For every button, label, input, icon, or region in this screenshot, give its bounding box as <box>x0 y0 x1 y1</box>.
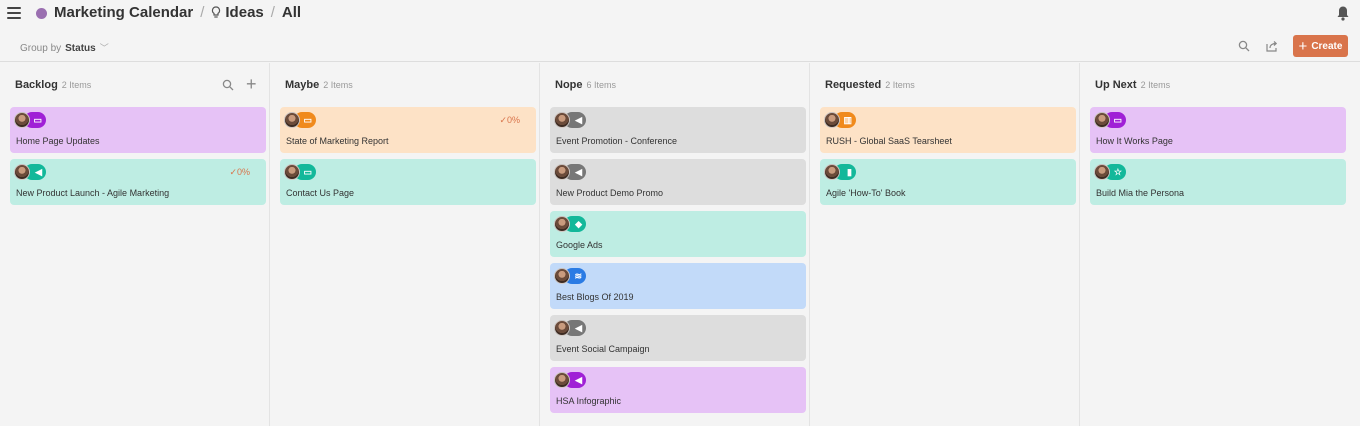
card-title: How It Works Page <box>1096 136 1173 146</box>
card[interactable]: ◀ Event Social Campaign <box>550 315 806 361</box>
avatar <box>554 216 570 232</box>
card[interactable]: ▭ State of Marketing Report ✓0% <box>280 107 536 153</box>
group-by-control[interactable]: Group by Status ﹀ <box>20 41 109 54</box>
card[interactable]: ▭ Home Page Updates <box>10 107 266 153</box>
column-header: Backlog 2 Items <box>15 79 91 91</box>
card-title: State of Marketing Report <box>286 136 389 146</box>
create-button[interactable]: + Create <box>1293 35 1348 57</box>
group-by-value: Status <box>65 43 96 54</box>
search-icon[interactable] <box>1238 40 1250 55</box>
add-item-icon[interactable]: + <box>246 75 257 93</box>
card[interactable]: ◀ New Product Launch - Agile Marketing ✓0% <box>10 159 266 205</box>
avatar <box>554 372 570 388</box>
breadcrumb-all[interactable]: All <box>282 4 301 21</box>
toolbar: Group by Status ﹀ + Create <box>0 32 1360 62</box>
avatar <box>1094 112 1110 128</box>
column-title: Backlog <box>15 79 58 91</box>
group-by-label: Group by <box>20 43 62 54</box>
avatar <box>1094 164 1110 180</box>
lightbulb-icon <box>211 6 221 19</box>
avatar <box>554 268 570 284</box>
column-count: 2 Items <box>1140 80 1171 90</box>
card-title: RUSH - Global SaaS Tearsheet <box>826 136 952 146</box>
card[interactable]: ≋ Best Blogs Of 2019 <box>550 263 806 309</box>
breadcrumb-separator: / <box>200 4 205 21</box>
card-title: Agile 'How-To' Book <box>826 188 906 198</box>
breadcrumb-ideas[interactable]: Ideas <box>225 4 263 21</box>
card-title: Google Ads <box>556 240 603 250</box>
card[interactable]: ▥ RUSH - Global SaaS Tearsheet <box>820 107 1076 153</box>
card[interactable]: ▮ Agile 'How-To' Book <box>820 159 1076 205</box>
avatar <box>554 164 570 180</box>
avatar <box>14 112 30 128</box>
column-count: 2 Items <box>323 80 353 90</box>
column-count: 2 Items <box>61 80 92 90</box>
breadcrumb: Marketing Calendar / Ideas / All <box>54 4 301 21</box>
column-requested: Requested 2 Items ▥ RUSH - Global SaaS Tear… <box>810 63 1080 426</box>
column-title: Nope <box>555 79 583 91</box>
column-count: 2 Items <box>885 80 915 90</box>
card[interactable]: ◀ Event Promotion - Conference <box>550 107 806 153</box>
card-title: Best Blogs Of 2019 <box>556 292 634 302</box>
card-title: Build Mia the Persona <box>1096 188 1185 198</box>
column-up-next: Up Next 2 Items ▭ How It Works Page ☆ Build M… <box>1080 63 1350 426</box>
card-title: New Product Launch - Agile Marketing <box>16 188 170 198</box>
avatar <box>554 320 570 336</box>
column-maybe: Maybe 2 Items ▭ State of Marketing Report ✓0… <box>270 63 540 426</box>
card-title: Event Social Campaign <box>556 344 650 354</box>
card[interactable]: ☆ Build Mia the Persona <box>1090 159 1346 205</box>
column-header: Up Next 2 Items <box>1095 79 1170 91</box>
create-label: Create <box>1311 40 1343 52</box>
column-header: Nope 6 Items <box>555 79 616 91</box>
card-title: Contact Us Page <box>286 188 355 198</box>
menu-icon[interactable] <box>7 7 21 19</box>
card-title: New Product Demo Promo <box>556 188 664 198</box>
card[interactable]: ◀ HSA Infographic <box>550 367 806 413</box>
column-title: Maybe <box>285 79 320 91</box>
column-header: Maybe 2 Items <box>285 79 353 91</box>
avatar <box>824 112 840 128</box>
column-title: Up Next <box>1095 79 1137 91</box>
avatar <box>554 112 570 128</box>
avatar <box>284 164 300 180</box>
card-title: Event Promotion - Conference <box>556 136 678 146</box>
card-title: Home Page Updates <box>16 136 100 146</box>
card[interactable]: ▭ How It Works Page <box>1090 107 1346 153</box>
card[interactable]: ◀ New Product Demo Promo <box>550 159 806 205</box>
search-icon[interactable] <box>222 79 234 94</box>
avatar <box>14 164 30 180</box>
column-count: 6 Items <box>586 80 617 90</box>
column-nope: Nope 6 Items ◀ Event Promotion - Conference… <box>540 63 810 426</box>
calendar-color-dot <box>36 8 47 19</box>
kanban-board: Backlog 2 Items + ▭ Home Page Updates ◀ New Pr… <box>0 63 1360 426</box>
share-icon[interactable] <box>1266 40 1278 55</box>
card[interactable]: ◆ Google Ads <box>550 211 806 257</box>
plus-icon: + <box>1298 37 1308 55</box>
column-header: Requested 2 Items <box>825 79 915 91</box>
avatar <box>284 112 300 128</box>
progress-indicator: ✓0% <box>499 115 520 125</box>
breadcrumb-separator: / <box>270 4 275 21</box>
breadcrumb-calendar[interactable]: Marketing Calendar <box>54 4 193 21</box>
bell-icon[interactable] <box>1336 5 1350 21</box>
column-title: Requested <box>825 79 882 91</box>
card-title: HSA Infographic <box>556 396 622 406</box>
progress-indicator: ✓0% <box>229 167 250 177</box>
chevron-down-icon: ﹀ <box>99 43 109 53</box>
avatar <box>824 164 840 180</box>
card[interactable]: ▭ Contact Us Page <box>280 159 536 205</box>
column-backlog: Backlog 2 Items + ▭ Home Page Updates ◀ New Pr… <box>0 63 270 426</box>
top-bar: Marketing Calendar / Ideas / All <box>0 0 1360 28</box>
